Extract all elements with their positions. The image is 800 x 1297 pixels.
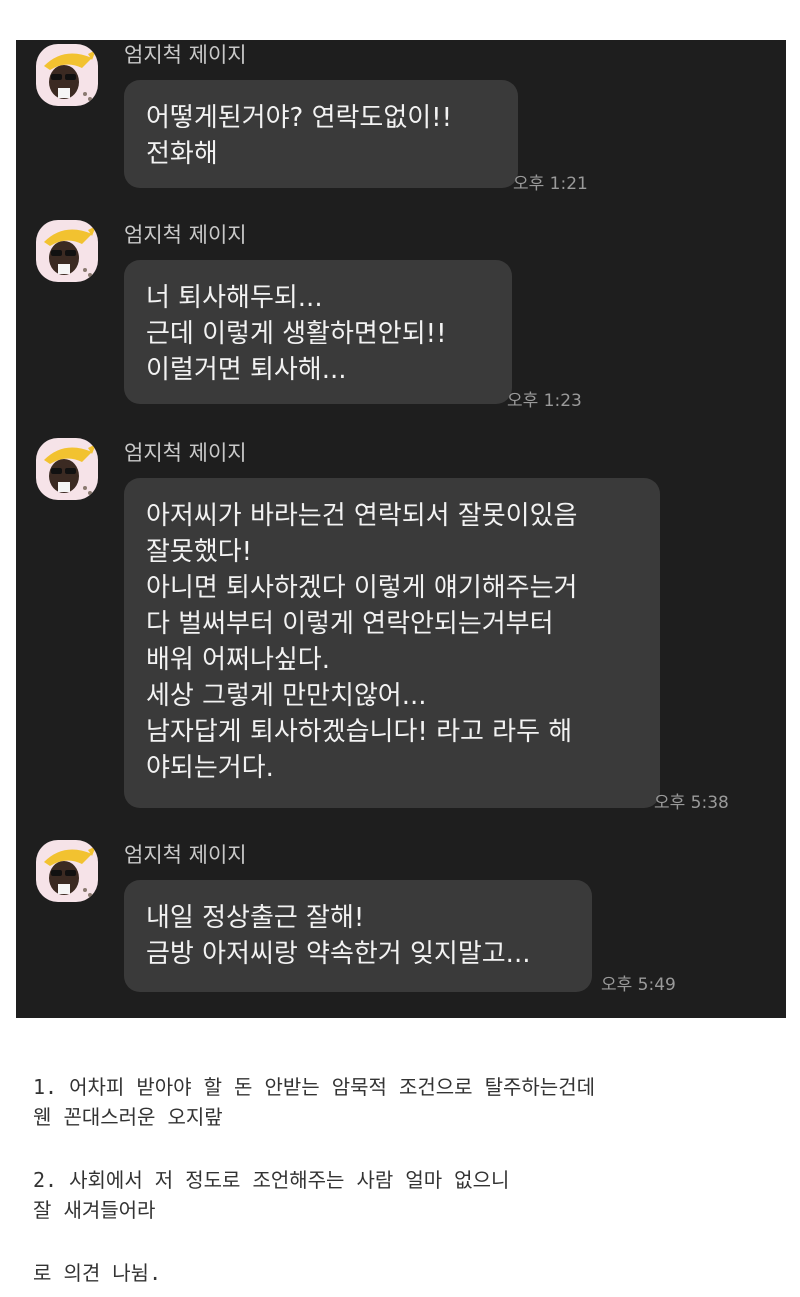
message-line: 전화해 xyxy=(146,139,218,169)
message-line: 내일 정상출근 잘해! xyxy=(146,903,365,933)
message-bubble: 내일 정상출근 잘해! 금방 아저씨랑 약속한거 잊지말고... xyxy=(124,880,592,992)
jay-g-character-icon[interactable] xyxy=(36,220,98,282)
comment-line: 로 의견 나뉨. xyxy=(33,1261,162,1285)
chat-window: 엄지척 제이지 어떻게된거야? 연락도없이!! 전화해 오후 1:21 엄지척 … xyxy=(16,40,786,1018)
jay-g-character-icon[interactable] xyxy=(36,44,98,106)
comment-paragraph: 1. 어차피 받아야 할 돈 안받는 암묵적 조건으로 탈주하는건데 웬 꼰대스… xyxy=(33,1072,773,1132)
message-bubble: 어떻게된거야? 연락도없이!! 전화해 xyxy=(124,80,518,188)
comment-line: 잘 새겨들어라 xyxy=(33,1198,156,1222)
message-line: 아저씨가 바라는건 연락되서 잘못이있음 xyxy=(146,501,578,531)
message-line: 이럴거면 퇴사해... xyxy=(146,355,347,385)
message-line: 다 벌써부터 이렇게 연락안되는거부터 xyxy=(146,609,554,639)
sender-name: 엄지척 제이지 xyxy=(124,43,247,67)
message-line: 세상 그렇게 만만치않어... xyxy=(146,681,427,711)
message-line: 근데 이렇게 생활하면안되!! xyxy=(146,319,447,349)
comment-line: 1. 어차피 받아야 할 돈 안받는 암묵적 조건으로 탈주하는건데 xyxy=(33,1075,596,1099)
message-line: 잘못했다! xyxy=(146,537,253,567)
message-line: 야되는거다. xyxy=(146,753,274,783)
jay-g-character-icon[interactable] xyxy=(36,840,98,902)
message-bubble: 아저씨가 바라는건 연락되서 잘못이있음 잘못했다! 아니면 퇴사하겠다 이렇게… xyxy=(124,478,660,808)
message-time: 오후 5:38 xyxy=(654,793,729,813)
message-line: 남자답게 퇴사하겠습니다! 라고 라두 해 xyxy=(146,717,573,747)
message-line: 배워 어쩌나싶다. xyxy=(146,645,330,675)
message-bubble: 너 퇴사해두되... 근데 이렇게 생활하면안되!! 이럴거면 퇴사해... xyxy=(124,260,512,404)
sender-name: 엄지척 제이지 xyxy=(124,223,247,247)
message-line: 어떻게된거야? 연락도없이!! xyxy=(146,103,453,133)
comment-paragraph: 로 의견 나뉨. xyxy=(33,1258,773,1288)
message-time: 오후 5:49 xyxy=(601,975,676,995)
message-line: 금방 아저씨랑 약속한거 잊지말고... xyxy=(146,939,531,969)
message-line: 아니면 퇴사하겠다 이렇게 얘기해주는거 xyxy=(146,573,578,603)
sender-name: 엄지척 제이지 xyxy=(124,441,247,465)
comment-line: 웬 꼰대스러운 오지랖 xyxy=(33,1105,223,1129)
comment-paragraph: 2. 사회에서 저 정도로 조언해주는 사람 얼마 없으니 잘 새겨들어라 xyxy=(33,1165,773,1225)
sender-name: 엄지척 제이지 xyxy=(124,843,247,867)
jay-g-character-icon[interactable] xyxy=(36,438,98,500)
message-line: 너 퇴사해두되... xyxy=(146,283,323,313)
message-time: 오후 1:21 xyxy=(513,174,588,194)
comment-line: 2. 사회에서 저 정도로 조언해주는 사람 얼마 없으니 xyxy=(33,1168,510,1192)
message-time: 오후 1:23 xyxy=(507,391,582,411)
